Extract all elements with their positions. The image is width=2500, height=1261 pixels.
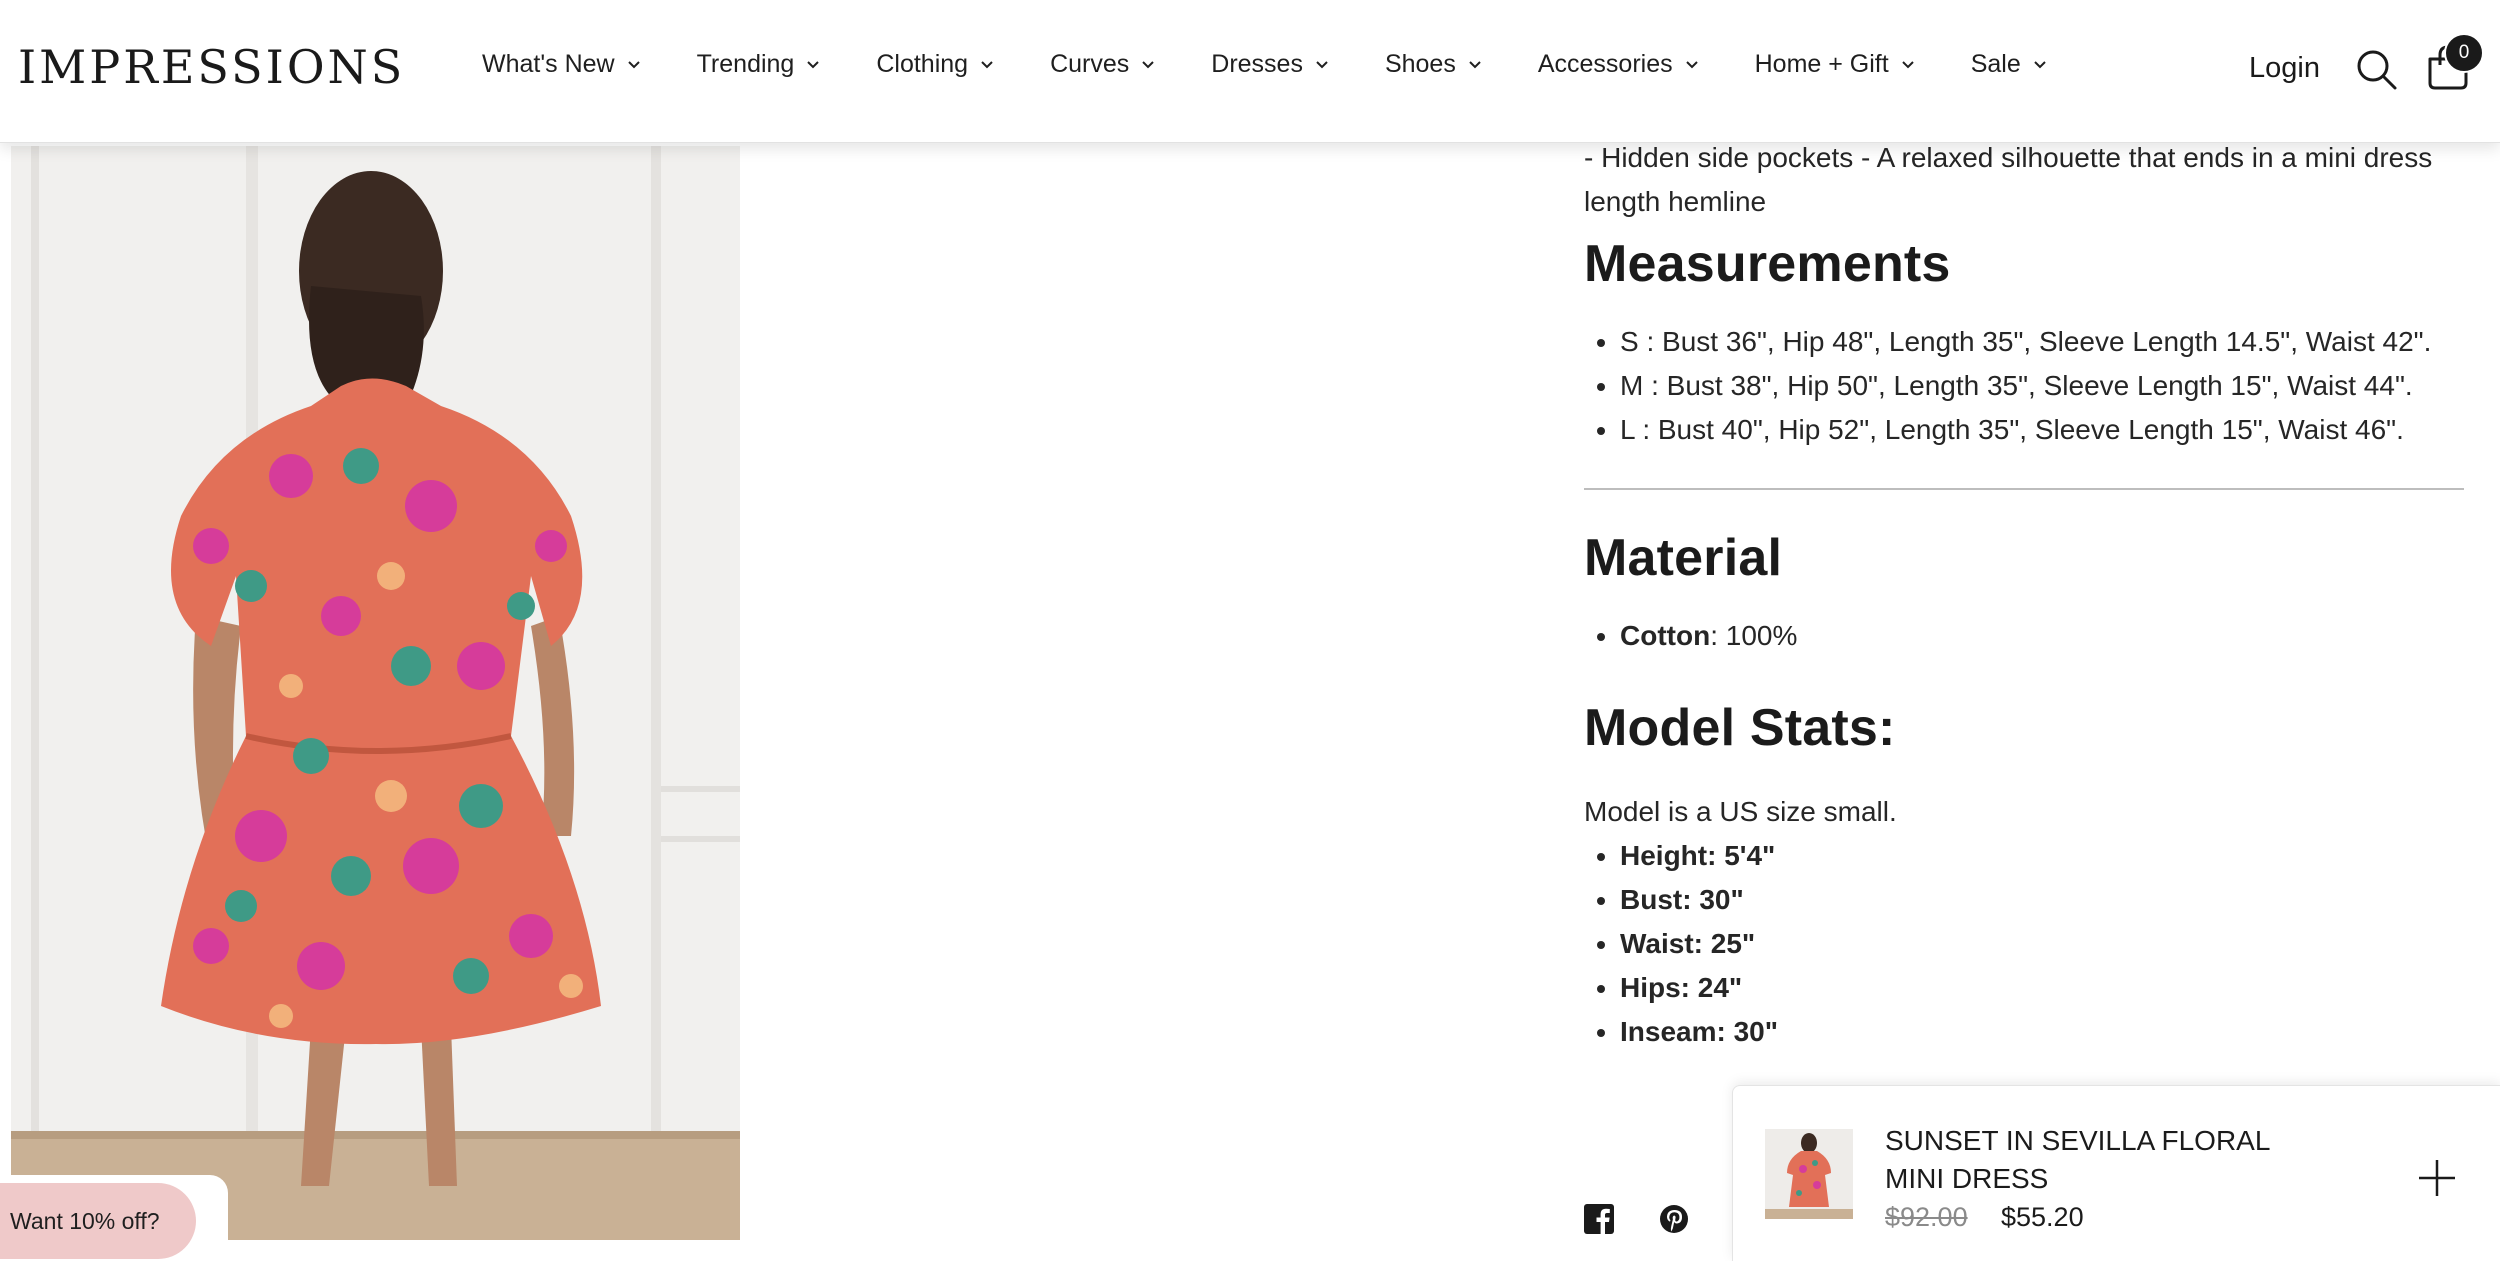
site-header: IMPRESSIONS What's New Trending Clothing…	[0, 0, 2500, 143]
nav-item-sale[interactable]: Sale	[1971, 50, 2047, 79]
chevron-down-icon	[981, 60, 993, 68]
list-item: L : Bust 40", Hip 52", Length 35", Sleev…	[1620, 408, 2464, 452]
list-item: Inseam: 30"	[1620, 1010, 2464, 1054]
list-item: Cotton: 100%	[1620, 614, 2464, 658]
product-photo-illustration	[11, 146, 740, 1240]
nav-label: Sale	[1970, 50, 2021, 78]
product-thumbnail	[1765, 1129, 1853, 1219]
nav-item-accessories[interactable]: Accessories	[1538, 50, 1699, 79]
chevron-down-icon	[807, 60, 820, 68]
description-intro: - Hidden side pockets - A relaxed silhou…	[1584, 142, 2433, 217]
original-price: $92.00	[1885, 1202, 1968, 1232]
nav-label: Curves	[1050, 50, 1130, 78]
sticky-product-bar: SUNSET IN SEVILLA FLORAL MINI DRESS $92.…	[1732, 1085, 2500, 1261]
chevron-down-icon	[1901, 60, 1914, 68]
nav-label: Trending	[696, 50, 795, 78]
nav-item-shoes[interactable]: Shoes	[1385, 50, 1482, 79]
chevron-down-icon	[1142, 60, 1154, 68]
nav-item-curves[interactable]: Curves	[1050, 50, 1155, 79]
main-nav: What's New Trending Clothing Curves Dres…	[482, 50, 2103, 79]
list-item: Waist: 25"	[1620, 922, 2464, 966]
nav-label: What's New	[482, 50, 615, 78]
material-value: : 100%	[1710, 620, 1798, 651]
sale-price: $55.20	[2001, 1202, 2084, 1232]
measurements-heading: Measurements	[1584, 235, 1951, 293]
nav-item-dresses[interactable]: Dresses	[1211, 50, 1329, 79]
nav-item-clothing[interactable]: Clothing	[876, 50, 994, 79]
login-link[interactable]: Login	[2249, 52, 2320, 85]
nav-item-home-gift[interactable]: Home + Gift	[1755, 50, 1915, 79]
nav-label: Accessories	[1537, 50, 1673, 78]
list-item: Height: 5'4"	[1620, 834, 2464, 878]
chevron-down-icon	[1316, 60, 1328, 68]
plus-icon[interactable]	[2417, 1158, 2457, 1198]
chevron-down-icon	[627, 60, 640, 68]
model-stats-list: Height: 5'4" Bust: 30" Waist: 25" Hips: …	[1584, 834, 2464, 1054]
nav-label: Clothing	[876, 50, 969, 78]
cart-count-badge: 0	[2444, 33, 2484, 73]
facebook-icon[interactable]	[1584, 1204, 1614, 1234]
material-heading: Material	[1584, 529, 1783, 587]
thumbnail-illustration	[1765, 1129, 1853, 1219]
sticky-product-title[interactable]: SUNSET IN SEVILLA FLORAL MINI DRESS	[1885, 1122, 2305, 1198]
measurements-list: S : Bust 36", Hip 48", Length 35", Sleev…	[1584, 320, 2464, 452]
product-image[interactable]	[11, 146, 740, 1240]
chevron-down-icon	[1685, 60, 1698, 68]
nav-item-trending[interactable]: Trending	[697, 50, 821, 79]
list-item: Bust: 30"	[1620, 878, 2464, 922]
nav-label: Home + Gift	[1754, 50, 1889, 78]
chevron-down-icon	[2034, 60, 2046, 68]
nav-item-whats-new[interactable]: What's New	[482, 50, 641, 79]
material-list: Cotton: 100%	[1584, 614, 2464, 658]
list-item: Hips: 24"	[1620, 966, 2464, 1010]
search-icon[interactable]	[2354, 47, 2398, 91]
list-item: M : Bust 38", Hip 50", Length 35", Sleev…	[1620, 364, 2464, 408]
nav-label: Shoes	[1384, 50, 1456, 78]
pinterest-icon[interactable]	[1659, 1204, 1689, 1234]
chevron-down-icon	[1469, 60, 1481, 68]
site-logo[interactable]: IMPRESSIONS	[18, 40, 405, 94]
list-item: S : Bust 36", Hip 48", Length 35", Sleev…	[1620, 320, 2464, 364]
nav-label: Dresses	[1211, 50, 1303, 78]
section-divider	[1584, 488, 2464, 490]
discount-promo-button[interactable]: Want 10% off?	[0, 1183, 196, 1259]
material-label: Cotton	[1620, 620, 1711, 651]
product-description: - Hidden side pockets - A relaxed silhou…	[1584, 136, 2464, 1054]
model-stats-heading: Model Stats:	[1584, 699, 1896, 757]
model-intro: Model is a US size small.	[1584, 796, 1897, 827]
